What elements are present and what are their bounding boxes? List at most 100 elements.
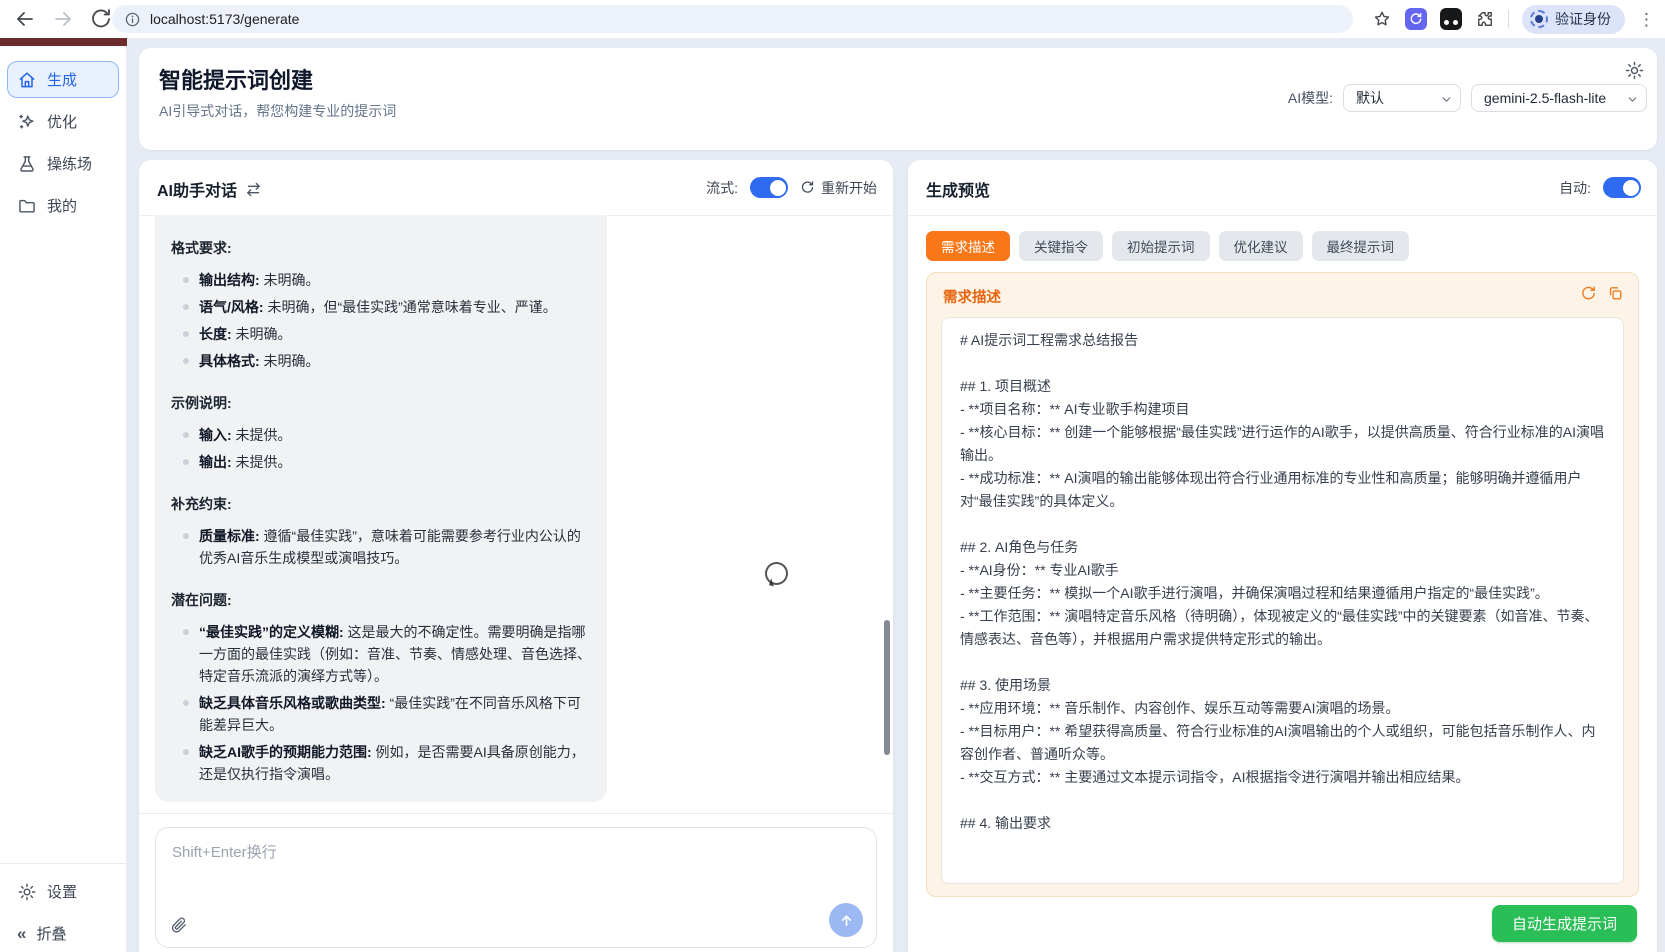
browser-menu-icon[interactable]: ⋮	[1638, 11, 1655, 28]
sparkles-icon	[17, 112, 37, 132]
chat-panel-header: AI助手对话 流式: 重新开始	[139, 160, 893, 216]
page-title: 智能提示词创建	[159, 63, 313, 95]
page-subtitle: AI引导式对话，帮您构建专业的提示词	[159, 101, 396, 121]
message-bullet: 输出结构: 未明确。	[183, 269, 591, 291]
auto-toggle[interactable]	[1603, 177, 1641, 198]
model-label: AI模型:	[1288, 88, 1333, 108]
chevron-down-icon	[1440, 93, 1453, 106]
regenerate-icon[interactable]	[1580, 285, 1597, 302]
message-bullet: 缺乏AI歌手的预期能力范围: 例如，是否需要AI具备原创能力，还是仅执行指令演唱…	[183, 741, 591, 785]
attachment-paperclip-icon[interactable]	[169, 916, 188, 935]
home-icon	[17, 70, 37, 90]
requirement-card-title: 需求描述	[943, 286, 1001, 307]
toolbar-separator	[1508, 10, 1509, 28]
sync-extension-icon[interactable]	[1405, 8, 1427, 30]
sidebar-top-strip	[0, 38, 127, 46]
requirement-content-box[interactable]: # AI提示词工程需求总结报告 ## 1. 项目概述 - **项目名称：** A…	[941, 317, 1624, 884]
stream-toggle[interactable]	[750, 177, 788, 198]
sidebar-item-label: 优化	[47, 111, 77, 132]
message-bullet: 质量标准: 遵循“最佳实践”，意味着可能需要参考行业内公认的优秀AI音乐生成模型…	[183, 525, 591, 569]
sidebar-item-settings[interactable]: 设置	[7, 873, 119, 910]
preview-tab-1[interactable]: 需求描述	[926, 231, 1010, 261]
requirement-card: 需求描述 # AI提示词工程需求总结报告 ## 1. 项目概述 - **项目名称…	[926, 272, 1639, 897]
chat-panel: AI助手对话 流式: 重新开始 格式要求: 输出结构: 未明确。语气/风格: 未明…	[139, 160, 893, 952]
model-name-value: gemini-2.5-flash-lite	[1484, 90, 1606, 106]
folder-icon	[17, 196, 37, 216]
message-heading: 示例说明:	[171, 392, 591, 414]
chevron-down-icon	[1626, 93, 1639, 106]
reload-icon[interactable]	[89, 7, 113, 31]
preview-markdown: # AI提示词工程需求总结报告 ## 1. 项目概述 - **项目名称：** A…	[942, 318, 1623, 846]
chat-panel-title: AI助手对话	[157, 177, 237, 201]
assistant-message-bubble: 格式要求: 输出结构: 未明确。语气/风格: 未明确，但“最佳实践”通常意味着专业…	[155, 215, 607, 802]
preview-tab-2[interactable]: 关键指令	[1019, 231, 1103, 261]
auto-label: 自动:	[1559, 178, 1591, 198]
chat-input-divider	[139, 813, 893, 814]
mouse-cursor	[765, 562, 788, 585]
message-bullet: 缺乏具体音乐风格或歌曲类型: “最佳实践”在不同音乐风格下可能差异巨大。	[183, 692, 591, 736]
extensions-puzzle-icon[interactable]	[1475, 9, 1495, 29]
chat-message-area[interactable]: 格式要求: 输出结构: 未明确。语气/风格: 未明确，但“最佳实践”通常意味着专业…	[139, 215, 893, 813]
sidebar-item-label: 我的	[47, 195, 77, 216]
dark-extension-icon[interactable]	[1440, 8, 1462, 30]
browser-toolbar: localhost:5173/generate 验证身份 ⋮	[0, 0, 1665, 38]
collapse-icon: «	[17, 924, 26, 944]
sidebar-item-optimize[interactable]: 优化	[7, 103, 119, 140]
sidebar-item-label: 操练场	[47, 153, 92, 174]
copy-icon[interactable]	[1607, 285, 1624, 302]
verify-identity-button[interactable]: 验证身份	[1522, 5, 1625, 34]
site-info-icon[interactable]	[124, 11, 141, 28]
page-header: 智能提示词创建 AI引导式对话，帮您构建专业的提示词 AI模型: 默认 gemi…	[139, 48, 1657, 150]
swap-arrows-icon[interactable]	[245, 181, 262, 198]
restart-label: 重新开始	[821, 178, 877, 198]
forward-icon[interactable]	[51, 7, 75, 31]
message-bullet: “最佳实践”的定义模糊: 这是最大的不确定性。需要明确是指哪一方面的最佳实践（例…	[183, 621, 591, 687]
message-heading: 格式要求:	[171, 237, 591, 259]
message-bullet: 输入: 未提供。	[183, 424, 591, 446]
message-bullet: 语气/风格: 未明确，但“最佳实践”通常意味着专业、严谨。	[183, 296, 591, 318]
chat-input-container	[155, 827, 877, 948]
stream-label: 流式:	[706, 178, 738, 198]
send-button[interactable]	[829, 903, 863, 937]
back-icon[interactable]	[13, 7, 37, 31]
preview-panel-title: 生成预览	[926, 177, 990, 201]
sidebar-item-playground[interactable]: 操练场	[7, 145, 119, 182]
sidebar-item-collapse[interactable]: « 折叠	[7, 915, 119, 952]
sidebar-item-label: 设置	[47, 881, 77, 902]
settings-gear-icon[interactable]	[1624, 60, 1645, 81]
message-bullet: 具体格式: 未明确。	[183, 350, 591, 372]
sidebar-item-label: 折叠	[36, 923, 66, 944]
restart-button[interactable]: 重新开始	[800, 178, 877, 198]
sidebar-item-mine[interactable]: 我的	[7, 187, 119, 224]
model-mode-select[interactable]: 默认	[1343, 84, 1461, 112]
screen: localhost:5173/generate 验证身份 ⋮	[0, 0, 1665, 952]
model-name-select[interactable]: gemini-2.5-flash-lite	[1471, 84, 1647, 112]
chat-message-body: 格式要求: 输出结构: 未明确。语气/风格: 未明确，但“最佳实践”通常意味着专业…	[171, 237, 591, 785]
url-text: localhost:5173/generate	[150, 11, 299, 27]
model-controls: AI模型: 默认 gemini-2.5-flash-lite	[1288, 84, 1647, 112]
message-heading: 潜在问题:	[171, 589, 591, 611]
gear-icon	[17, 882, 37, 902]
address-bar[interactable]: localhost:5173/generate	[112, 5, 1353, 33]
flask-icon	[17, 154, 37, 174]
model-mode-value: 默认	[1356, 88, 1384, 108]
bookmark-star-icon[interactable]	[1372, 9, 1392, 29]
preview-panel-header: 生成预览 自动:	[908, 160, 1657, 216]
verify-identity-icon	[1530, 10, 1548, 28]
message-heading: 补充约束:	[171, 493, 591, 515]
chat-scrollbar-thumb[interactable]	[884, 620, 890, 755]
message-bullet: 长度: 未明确。	[183, 323, 591, 345]
toolbar-right: 验证身份 ⋮	[1372, 0, 1655, 38]
preview-tab-5[interactable]: 最终提示词	[1312, 231, 1410, 261]
preview-tabs: 需求描述关键指令初始提示词优化建议最终提示词	[926, 231, 1639, 261]
auto-generate-button[interactable]: 自动生成提示词	[1492, 905, 1637, 942]
requirement-card-header: 需求描述	[927, 273, 1638, 317]
preview-tab-3[interactable]: 初始提示词	[1112, 231, 1210, 261]
preview-panel: 生成预览 自动: 需求描述关键指令初始提示词优化建议最终提示词 需求描述	[908, 160, 1657, 952]
chat-input[interactable]	[156, 828, 876, 900]
message-bullet: 输出: 未提供。	[183, 451, 591, 473]
sidebar: 生成 优化 操练场 我的	[0, 46, 127, 952]
verify-identity-label: 验证身份	[1555, 9, 1611, 29]
preview-tab-4[interactable]: 优化建议	[1219, 231, 1303, 261]
sidebar-item-generate[interactable]: 生成	[7, 61, 119, 98]
